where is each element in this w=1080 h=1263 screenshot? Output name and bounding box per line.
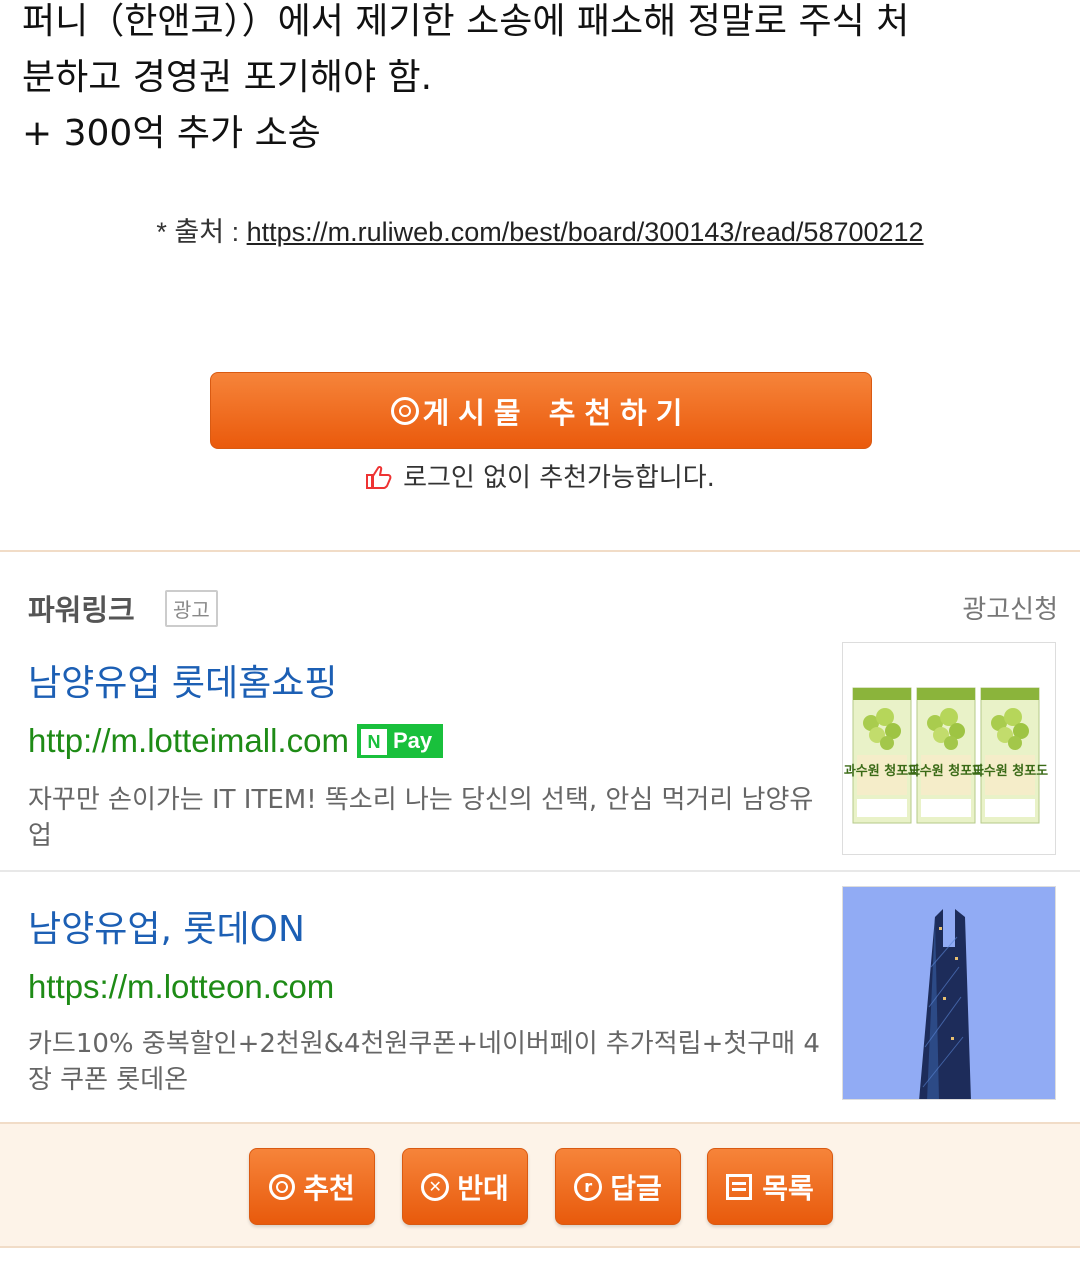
bottom-action-bar: 추천 ✕ 반대 r 답글 목록 [0, 1122, 1080, 1248]
juice-boxes-illustration: 과수원 청포도 과수원 청포도 과수원 청포도 [844, 687, 1048, 824]
source-link[interactable]: https://m.ruliweb.com/best/board/300143/… [247, 217, 924, 247]
ad-badge: 광고 [165, 590, 218, 627]
oppose-button[interactable]: ✕ 반대 [402, 1148, 528, 1225]
ad-description: 자꾸만 손이가는 IT ITEM! 똑소리 나는 당신의 선택, 안심 먹거리 … [28, 785, 814, 851]
ad-item[interactable]: 남양유업 롯데홈쇼핑 http://m.lotteimall.com N Pay 자… [0, 640, 1080, 870]
recommend-post-button[interactable]: 게시물 추천하기 [210, 372, 872, 449]
tower-building-image[interactable] [842, 886, 1056, 1100]
source-label: * 출처 : [156, 217, 247, 247]
no-login-text: 로그인 없이 추천가능합니다. [403, 463, 715, 493]
list-icon [726, 1173, 753, 1200]
tower-illustration [843, 887, 1055, 1099]
ad-url[interactable]: https://m.lotteon.com [28, 968, 334, 1006]
npay-badge: N Pay [356, 724, 443, 758]
thumbs-up-icon [366, 465, 392, 489]
ad-url[interactable]: http://m.lotteimall.com N Pay [28, 722, 443, 760]
naver-n-icon: N [360, 729, 387, 755]
ad-item[interactable]: 남양유업, 롯데ON https://m.lotteon.com 카드10% 중… [0, 880, 1080, 1120]
article-body: 퍼니（한앤코））에서 제기한 소송에 패소해 정말로 주식 처 분하고 경영권 … [22, 0, 1062, 162]
target-icon [390, 396, 419, 425]
source-line: * 출처 : https://m.ruliweb.com/best/board/… [0, 210, 1080, 249]
no-login-note: 로그인 없이 추천가능합니다. [0, 457, 1080, 494]
ad-title[interactable]: 남양유업 롯데홈쇼핑 [28, 654, 338, 706]
powerlink-header: 파워링크 광고 광고신청 [28, 585, 1058, 629]
product-label: 과수원 청포도 [972, 763, 1048, 779]
ad-url-text: http://m.lotteimall.com [28, 722, 349, 759]
article-line: 퍼니（한앤코））에서 제기한 소송에 패소해 정말로 주식 처 [22, 1, 910, 42]
recommend-label: 추천 [303, 1171, 355, 1205]
reply-label: 답글 [610, 1171, 662, 1205]
divider [0, 550, 1080, 552]
recommend-button[interactable]: 추천 [249, 1148, 375, 1225]
reply-r-icon: r [574, 1172, 603, 1201]
list-button[interactable]: 목록 [707, 1148, 833, 1225]
list-label: 목록 [762, 1171, 814, 1205]
recommend-post-label: 게시물 추천하기 [422, 395, 692, 430]
npay-label: Pay [392, 728, 433, 753]
grape-juice-box-image[interactable]: 과수원 청포도 과수원 청포도 과수원 청포도 [842, 642, 1056, 855]
article-line: 분하고 경영권 포기해야 함. [22, 57, 433, 98]
x-circle-icon: ✕ [421, 1172, 450, 1201]
reply-button[interactable]: r 답글 [555, 1148, 681, 1225]
divider [0, 870, 1080, 872]
ad-title[interactable]: 남양유업, 롯데ON [28, 900, 305, 952]
article-line: + 300억 추가 소송 [22, 113, 321, 154]
ad-apply-link[interactable]: 광고신청 [962, 589, 1058, 626]
powerlink-title: 파워링크 [28, 593, 135, 627]
oppose-label: 반대 [457, 1171, 509, 1205]
target-icon [269, 1173, 296, 1200]
ad-description: 카드10% 중복할인+2천원&4천원쿠폰+네이버페이 추가적립+첫구매 4장 쿠… [28, 1029, 820, 1095]
